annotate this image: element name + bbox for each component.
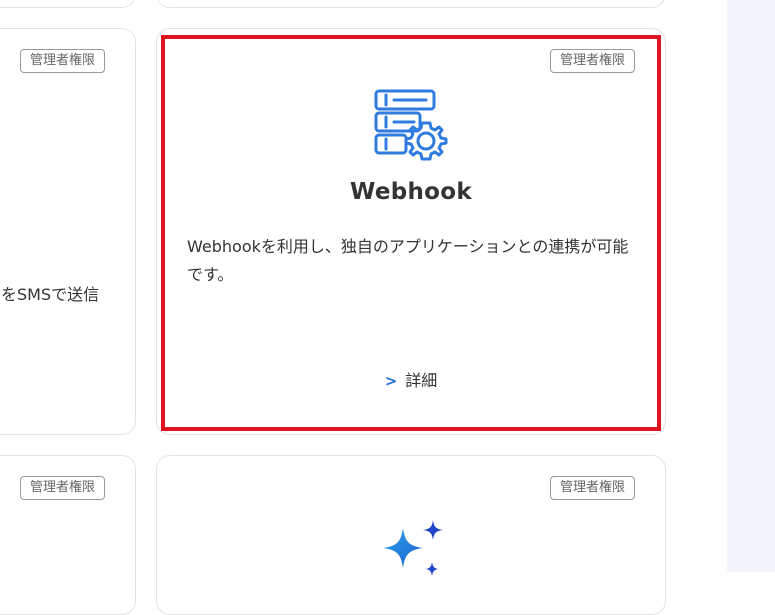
detail-link[interactable]: > 詳細 — [157, 367, 665, 391]
integration-card-above — [156, 0, 666, 8]
sparkle-icon — [375, 518, 455, 578]
admin-badge: 管理者権限 — [550, 49, 636, 73]
card-title: Webhook — [350, 179, 472, 205]
card-description: をSMSで送信 — [1, 285, 100, 304]
integration-card-bottom-right: 管理者権限 — [156, 455, 666, 615]
integration-card-webhook[interactable]: 管理者権限 Webhook Webhookを利用し、独自のアプリケーションとの連… — [156, 28, 666, 435]
integration-card-sms: 管理者権限 をSMSで送信 — [0, 28, 136, 435]
chevron-right-icon: > — [384, 372, 398, 390]
card-description: Webhookを利用し、独自のアプリケーションとの連携が可能です。 — [187, 237, 629, 284]
integration-card-bottom-left: 管理者権限 — [0, 455, 136, 615]
right-panel-background — [727, 0, 775, 572]
server-gear-icon — [372, 87, 452, 167]
admin-badge: 管理者権限 — [550, 476, 636, 500]
admin-badge: 管理者権限 — [20, 476, 106, 500]
admin-badge: 管理者権限 — [20, 49, 106, 73]
integration-card-above-left — [0, 0, 136, 8]
detail-label: 詳細 — [405, 371, 438, 390]
